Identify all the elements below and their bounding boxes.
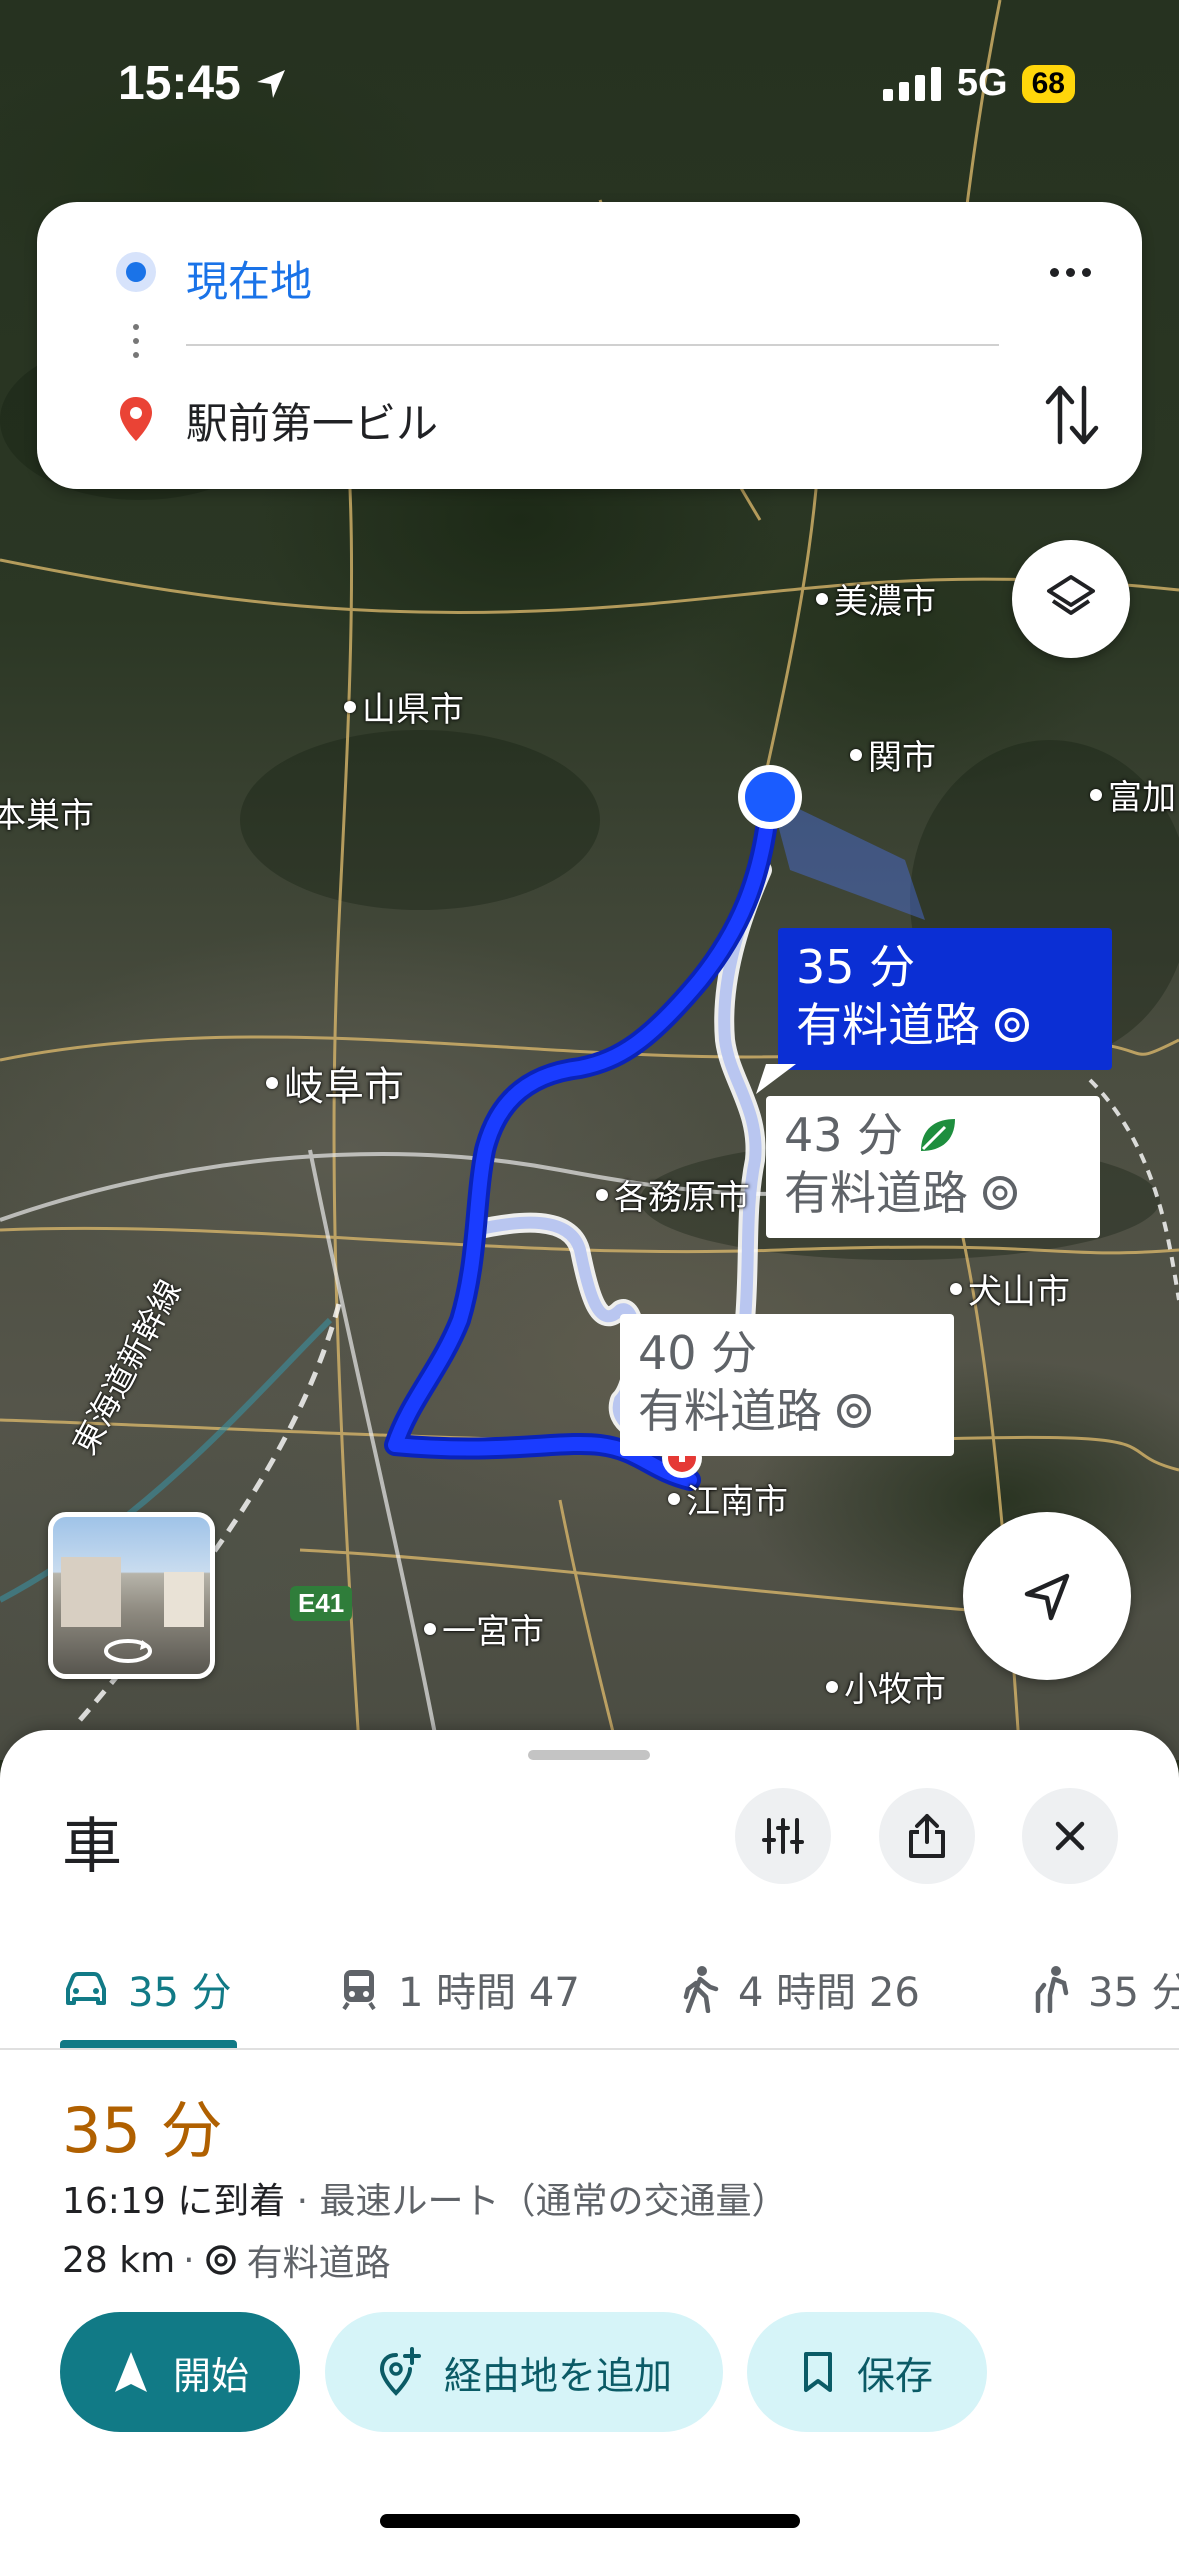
tab-walk[interactable]: 4 時間 26 [680, 1930, 920, 2048]
route-dots [131, 320, 141, 370]
recenter-button[interactable] [963, 1512, 1131, 1680]
tab-transit[interactable]: 1 時間 47 [338, 1930, 580, 2048]
arrival-time: 16:19 に到着 [62, 2181, 286, 2222]
route-options-button[interactable] [735, 1788, 831, 1884]
place-label-yamagata: 山県市 [344, 682, 464, 731]
share-button[interactable] [879, 1788, 975, 1884]
directions-sheet: 車 35 分 1 時間 47 4 時間 26 35 35 分 16:19 に到着… [0, 1730, 1179, 2556]
toll-icon [995, 1008, 1029, 1042]
swap-directions-icon[interactable] [1042, 380, 1102, 450]
save-label: 保存 [856, 2353, 933, 2398]
tab-label: 4 時間 26 [738, 1970, 920, 2016]
route-label-pointer [756, 1064, 796, 1094]
place-label-ichinomiya: 一宮市 [424, 1604, 544, 1653]
place-label-mino: 美濃市 [816, 574, 936, 623]
train-icon [342, 1970, 376, 2011]
origin-field[interactable]: 現在地 [186, 248, 312, 309]
tune-icon [762, 1818, 804, 1854]
more-options-button[interactable] [1040, 250, 1100, 294]
tab-label: 35 分 [1088, 1970, 1179, 2016]
eco-leaf-icon [921, 1119, 956, 1151]
layers-icon [1047, 575, 1095, 615]
tab-label: 35 分 [128, 1970, 232, 2016]
place-label-gifu: 岐阜市 [266, 1054, 404, 1112]
route-note: 有料道路 [638, 1384, 822, 1438]
route-label-primary[interactable]: 35 分 有料道路 [778, 928, 1112, 1070]
save-button[interactable]: 保存 [747, 2312, 987, 2432]
share-icon [909, 1814, 945, 1858]
arrival-info: 16:19 に到着 · 最速ルート（通常の交通量） [62, 2172, 788, 2224]
distance-info: 28 km · 有料道路 [62, 2234, 391, 2286]
bookmark-icon [803, 2352, 832, 2392]
distance-note: 有料道路 [246, 2243, 391, 2284]
travel-mode-tabs: 35 分 1 時間 47 4 時間 26 35 分 [0, 1930, 1179, 2050]
route-time: 40 分 [638, 1326, 758, 1380]
toll-icon [837, 1394, 871, 1428]
battery-level: 68 [1021, 64, 1075, 103]
expressway-shield: E41 [290, 1586, 353, 1621]
divider [186, 344, 999, 346]
place-label-seki: 関市 [850, 730, 936, 779]
place-label-komaki: 小牧市 [826, 1662, 946, 1711]
status-time-group: 15:45 [118, 56, 289, 111]
toll-icon [983, 1176, 1017, 1210]
street-view-thumbnail[interactable] [48, 1512, 215, 1679]
close-button[interactable] [1022, 1788, 1118, 1884]
route-label-alt-1[interactable]: 43 分 有料道路 [766, 1096, 1100, 1238]
route-distance: 28 km [62, 2239, 176, 2281]
ride-icon [1035, 1966, 1069, 2013]
place-label-tomika: 富加 [1090, 770, 1176, 819]
start-label: 開始 [172, 2353, 249, 2398]
signal-bars-icon [882, 66, 941, 101]
network-type: 5G [956, 62, 1008, 104]
add-location-icon [379, 2347, 421, 2396]
sheet-drag-handle[interactable] [528, 1750, 650, 1760]
car-icon [66, 1972, 106, 2005]
place-label-inuyama: 犬山市 [950, 1264, 1070, 1313]
close-icon [1055, 1821, 1085, 1851]
status-bar: 15:45 5G 68 [0, 0, 1179, 150]
navigation-arrow-icon [1024, 1573, 1070, 1621]
add-stop-button[interactable]: 経由地を追加 [325, 2312, 723, 2432]
route-time: 43 分 [784, 1108, 904, 1162]
place-label-kakamigahara: 各務原市 [596, 1170, 750, 1219]
tab-label: 1 時間 47 [398, 1970, 580, 2016]
toll-icon [205, 2245, 236, 2275]
location-arrow-icon [256, 69, 285, 98]
tab-drive[interactable]: 35 分 [62, 1930, 232, 2048]
arrival-note: · 最速ルート（通常の交通量） [296, 2181, 788, 2222]
travel-mode-title: 車 [62, 1812, 122, 1882]
map-layers-button[interactable] [1012, 540, 1130, 658]
route-duration: 35 分 [62, 2094, 223, 2167]
home-indicator[interactable] [380, 2514, 800, 2528]
tab-ride[interactable]: 35 分 [1030, 1930, 1179, 2048]
start-button[interactable]: 開始 [60, 2312, 300, 2432]
destination-field[interactable]: 駅前第一ビル [186, 390, 438, 451]
rotate-360-icon [104, 1639, 152, 1663]
navigation-arrow-icon [114, 2352, 147, 2392]
destination-pin-icon [120, 397, 152, 441]
route-note: 有料道路 [784, 1166, 968, 1220]
origin-location-icon [116, 252, 156, 292]
route-note: 有料道路 [796, 998, 980, 1052]
place-label-motosu: 本巣市 [0, 796, 94, 836]
route-label-alt-2[interactable]: 40 分 有料道路 [620, 1314, 954, 1456]
status-time: 15:45 [118, 57, 241, 110]
active-tab-indicator [60, 2040, 237, 2048]
place-label-konan: 江南市 [668, 1474, 788, 1523]
add-stop-label: 経由地を追加 [443, 2353, 672, 2398]
route-time: 35 分 [796, 940, 916, 994]
walk-icon [683, 1966, 719, 2013]
